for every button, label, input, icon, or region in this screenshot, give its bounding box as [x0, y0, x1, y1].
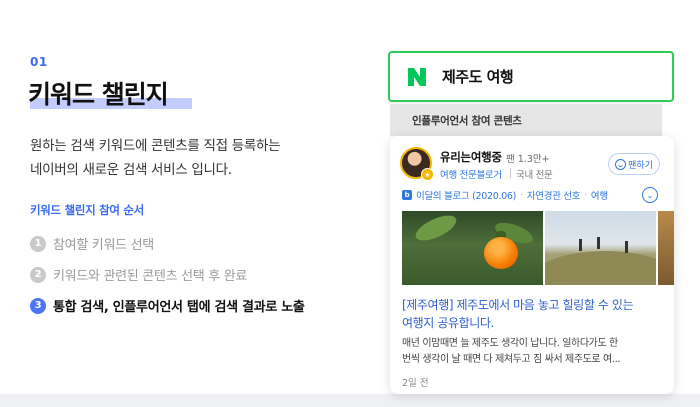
fan-button-label: 팬하기: [628, 160, 653, 171]
step-item-active: 3 통합 검색, 인플루어언서 탭에 검색 결과로 노출: [30, 290, 305, 321]
step-label: 참여할 키워드 선택: [53, 238, 154, 253]
divider: [510, 168, 511, 178]
star-badge-icon: ★: [421, 168, 434, 181]
steps-list: 1 참여할 키워드 선택 2 키워드와 관련된 콘텐츠 선택 후 완료 3 통합…: [30, 228, 305, 321]
step-label: 통합 검색, 인플루어언서 탭에 검색 결과로 노출: [53, 300, 305, 315]
fan-count: 팬 1.3만+: [506, 154, 550, 165]
post-title-line[interactable]: [제주여행] 제주도에서 마음 놓고 힐링할 수 있는: [402, 296, 664, 314]
naver-n-logo-icon: [406, 66, 428, 88]
step-item: 1 참여할 키워드 선택: [30, 228, 305, 259]
tag-list: b 이달의 블로그 (2020.06) · 자연경관 선호 · 여행: [402, 188, 648, 202]
step-number-badge: 1: [30, 235, 46, 252]
step-item: 2 키워드와 관련된 콘텐츠 선택 후 완료: [30, 259, 305, 290]
step-number-badge: 2: [30, 266, 46, 283]
post-excerpt-line: 매년 이맘때면 늘 제주도 생각이 납니다. 일하다가도 한: [402, 338, 618, 349]
search-query[interactable]: 제주도 여행: [442, 66, 514, 87]
hill-photo[interactable]: [545, 211, 656, 285]
tangerine-photo[interactable]: [402, 211, 543, 285]
post-timestamp: 2일 전: [402, 378, 429, 389]
user-region: 국내 전문: [516, 170, 553, 181]
tag-item[interactable]: 이달의 블로그 (2020.06): [416, 188, 516, 202]
photo-thumbnail[interactable]: [658, 211, 674, 285]
section-number: 01: [30, 55, 48, 69]
tag-item[interactable]: 여행: [591, 188, 608, 202]
step-label: 키워드와 관련된 콘텐츠 선택 후 완료: [53, 269, 248, 284]
tag-item[interactable]: 자연경관 선호: [527, 188, 581, 202]
steps-title: 키워드 챌린지 참여 순서: [30, 203, 144, 217]
chevron-down-icon[interactable]: ⌄: [642, 187, 658, 203]
photo-strip[interactable]: [402, 211, 674, 285]
step-number-badge: 3: [30, 297, 46, 314]
tag-separator: ·: [520, 189, 523, 201]
description-line: 원하는 검색 키워드에 콘텐츠를 직접 등록하는: [30, 138, 281, 154]
post-title-line[interactable]: 여행지 공유합니다.: [402, 314, 664, 332]
blog-icon: b: [402, 190, 412, 200]
post-title-link[interactable]: [제주여행] 제주도에서 마음 놓고 힐링할 수 있는 여행지 공유합니다.: [402, 296, 664, 332]
smile-icon: [615, 158, 627, 170]
post-excerpt: 매년 이맘때면 늘 제주도 생각이 납니다. 일하다가도 한 번씩 생각이 날 …: [402, 336, 664, 368]
influencer-card[interactable]: ★ 유리는여행중 팬 1.3만+ 여행 전문블로거 국내 전문 팬하기 b 이달…: [390, 136, 674, 394]
user-category: 여행 전문블로거: [440, 170, 502, 181]
user-name[interactable]: 유리는여행중: [440, 149, 502, 165]
fan-button[interactable]: 팬하기: [608, 153, 660, 175]
tag-separator: ·: [584, 189, 587, 201]
title-block: 키워드 챌린지: [28, 75, 192, 111]
post-excerpt-line: 번씩 생각이 날 때면 다 제쳐두고 짐 싸서 제주도로 여...: [402, 354, 621, 365]
bottom-band: [0, 394, 700, 407]
search-box[interactable]: 제주도 여행: [388, 51, 674, 102]
influencer-section-header: 인플루어언서 참여 콘텐츠: [390, 104, 662, 136]
page-title: 키워드 챌린지: [28, 80, 169, 109]
description: 원하는 검색 키워드에 콘텐츠를 직접 등록하는 네이버의 새로운 검색 서비스…: [30, 134, 330, 182]
description-line: 네이버의 새로운 검색 서비스 입니다.: [30, 162, 232, 178]
